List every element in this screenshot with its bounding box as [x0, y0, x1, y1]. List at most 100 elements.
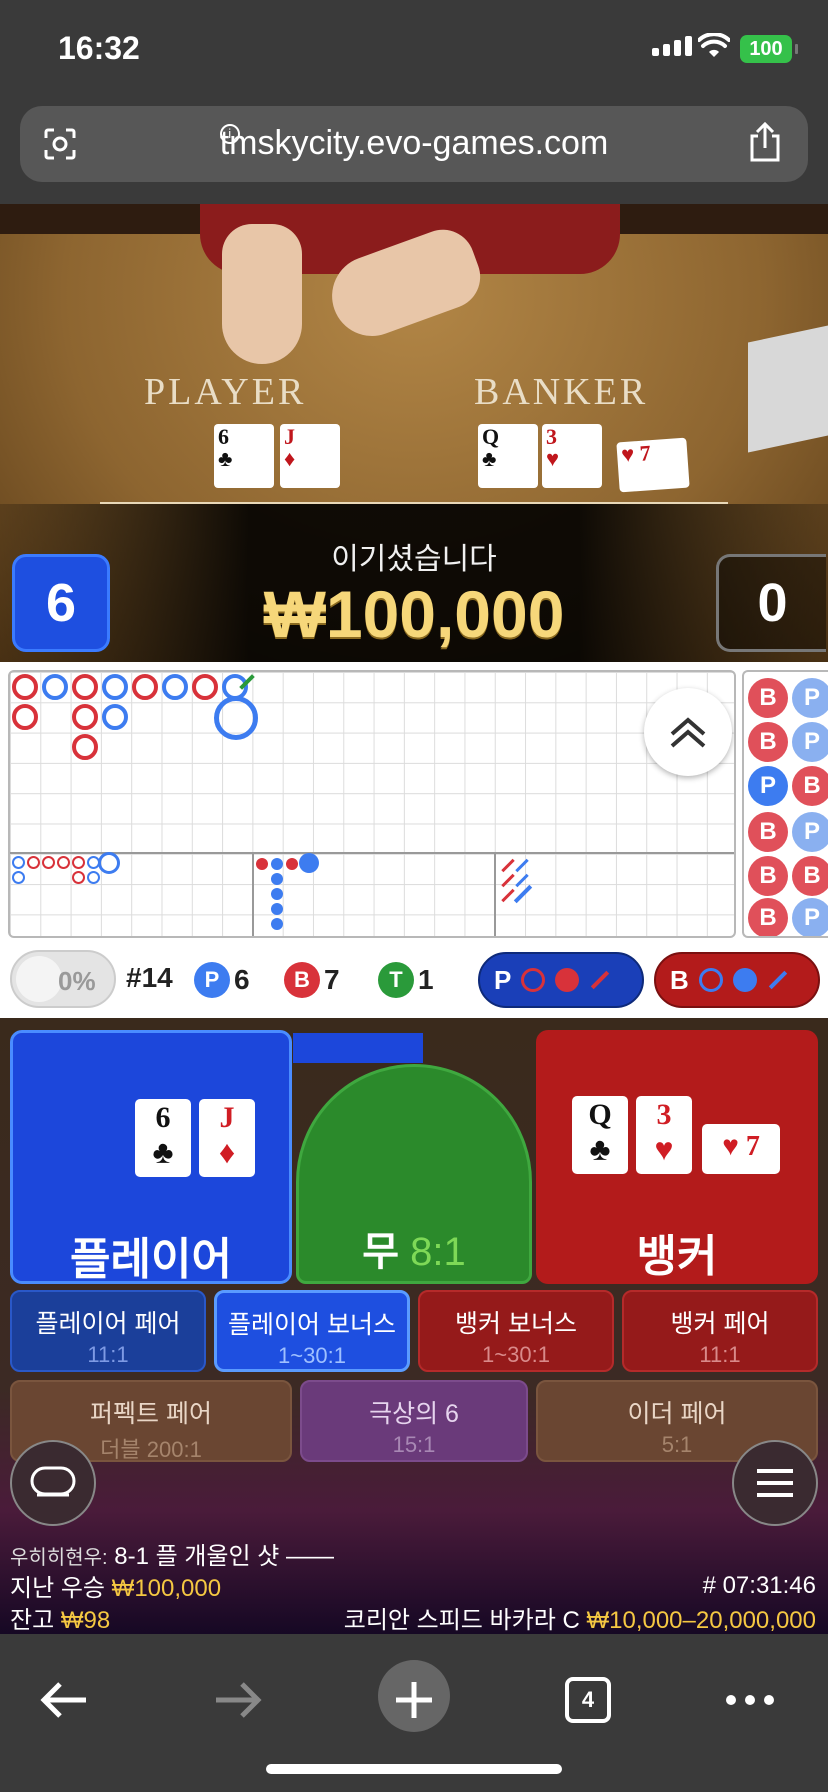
bead-player: P — [792, 678, 828, 718]
road-player-mark — [162, 674, 188, 700]
url-label: tmskycity.evo-games.com — [219, 124, 609, 162]
road-banker-mark — [72, 704, 98, 730]
url-text[interactable]: i tmskycity.evo-games.com — [20, 124, 808, 163]
predict-cockroach-icon — [591, 970, 610, 990]
arrow-left-icon — [40, 1682, 86, 1718]
small-road-dot — [271, 903, 283, 915]
player-table-label: PLAYER — [144, 371, 307, 413]
table-info: 코리안 스피드 바카라 C ₩10,000–20,000,000 — [343, 1607, 816, 1634]
share-icon[interactable] — [748, 122, 782, 162]
banker-bet-spot[interactable]: Q ♣ 3 ♥ ♥ 7 뱅커 — [536, 1030, 818, 1284]
bead-banker: B — [748, 898, 788, 936]
predict-cockroach-icon — [768, 970, 787, 990]
win-amount: ₩100,000 — [263, 577, 565, 651]
player-bet-card-1: 6 ♣ — [135, 1099, 191, 1177]
derived-road-mark — [87, 871, 100, 884]
predict-big-eye-icon — [698, 968, 723, 992]
big-road-grid[interactable] — [8, 670, 736, 938]
home-indicator — [266, 1764, 562, 1774]
bead-player: P — [792, 722, 828, 762]
browser-toolbar: i tmskycity.evo-games.com — [0, 100, 828, 204]
derived-road-mark — [72, 871, 85, 884]
tie-bet-label: 무 8:1 — [362, 1230, 466, 1274]
player-bet-card-2: J ♦ — [199, 1099, 255, 1177]
more-menu-button[interactable] — [710, 1656, 790, 1736]
predict-player-button[interactable]: P — [478, 952, 644, 1008]
roadmap-panel[interactable]: B P B P P B B P B B B P — [0, 662, 828, 944]
win-message: 이기셨습니다 — [331, 543, 497, 576]
predict-small-icon — [555, 968, 580, 992]
stats-toggle[interactable]: 0% — [10, 950, 116, 1008]
small-road-dot — [271, 918, 283, 930]
banker-card-2: 3 ♥ — [542, 424, 602, 488]
tabs-button[interactable]: 4 — [548, 1656, 628, 1736]
player-pair-bet[interactable]: 플레이어 페어 11:1 — [10, 1290, 206, 1372]
forward-button[interactable] — [198, 1656, 278, 1736]
back-button[interactable] — [24, 1656, 104, 1736]
banker-bet-card-2: 3 ♥ — [636, 1096, 692, 1174]
banker-chip-icon: B — [284, 962, 320, 998]
side-bet-name: 뱅커 보너스 — [455, 1310, 577, 1338]
round-number: #14 — [126, 962, 173, 993]
chat-user: 우히히현우: — [10, 1547, 108, 1569]
bead-player: P — [792, 898, 828, 936]
banker-bonus-bet[interactable]: 뱅커 보너스 1~30:1 — [418, 1290, 614, 1372]
address-bar[interactable]: i tmskycity.evo-games.com — [20, 106, 808, 182]
banker-pair-bet[interactable]: 뱅커 페어 11:1 — [622, 1290, 818, 1372]
side-bet-odds: 11:1 — [699, 1342, 741, 1367]
player-bet-spot[interactable]: 6 ♣ J ♦ 플레이어 — [10, 1030, 423, 1284]
bead-banker: B — [748, 856, 788, 896]
banker-card-1: Q ♣ — [478, 424, 538, 488]
side-bet-name: 플레이어 보너스 — [228, 1311, 396, 1339]
chat-button[interactable] — [10, 1440, 96, 1526]
collapse-roadmap-button[interactable] — [644, 688, 732, 776]
round-id: # 07:31:46 — [702, 1572, 816, 1599]
small-road-dot — [271, 873, 283, 885]
side-bet-odds: 1~30:1 — [482, 1342, 550, 1367]
small-road-next-dot — [299, 853, 319, 873]
road-banker-mark — [12, 704, 38, 730]
site-info-icon[interactable]: i — [219, 124, 240, 144]
derived-road-mark — [57, 856, 70, 869]
card-shoe — [748, 325, 828, 453]
road-divider — [494, 852, 496, 936]
cockroach-mark — [515, 873, 529, 888]
bead-player: P — [748, 766, 788, 806]
betting-area: 6 ♣ J ♦ 플레이어 Q ♣ 3 ♥ ♥ 7 뱅커 무 8:1 플레이어 페어 11… — [0, 1018, 828, 1634]
side-bet-name: 극상의 6 — [369, 1400, 459, 1428]
side-bet-name: 뱅커 페어 — [670, 1310, 770, 1338]
wifi-icon — [698, 33, 730, 57]
battery-icon: 100 — [740, 35, 798, 63]
hamburger-icon — [757, 1468, 793, 1497]
predict-big-eye-icon — [521, 968, 546, 992]
derived-road-mark — [27, 856, 40, 869]
tie-bet-spot[interactable]: 무 8:1 — [296, 1064, 532, 1284]
side-bet-name: 이더 페어 — [627, 1400, 727, 1428]
bead-road[interactable]: B P B P P B B P B B B P — [742, 670, 828, 938]
road-banker-mark — [72, 674, 98, 700]
bead-player: P — [792, 812, 828, 852]
cockroach-mark — [515, 858, 529, 873]
bead-banker: B — [748, 678, 788, 718]
side-bet-odds: 1~30:1 — [278, 1343, 346, 1368]
new-tab-button[interactable] — [378, 1660, 450, 1732]
menu-button[interactable] — [732, 1440, 818, 1526]
road-player-mark — [42, 674, 68, 700]
tab-count-icon: 4 — [565, 1676, 611, 1723]
banker-table-label: BANKER — [474, 371, 649, 413]
predict-small-icon — [732, 968, 757, 992]
bead-banker: B — [792, 856, 828, 896]
player-bet-label: 플레이어 — [70, 1235, 232, 1284]
super-six-bet[interactable]: 극상의 6 15:1 — [300, 1380, 528, 1462]
status-bar: 16:32 100 — [0, 0, 828, 100]
player-bonus-bet[interactable]: 플레이어 보너스 1~30:1 — [214, 1290, 410, 1372]
derived-road-mark — [42, 856, 55, 869]
small-road-dot — [271, 858, 283, 870]
banker-count: B7 — [284, 962, 340, 998]
stats-bar: 0% #14 P6 B7 T1 P B — [0, 944, 828, 1018]
road-divider — [252, 852, 254, 936]
banker-bet-label: 뱅커 — [636, 1232, 718, 1281]
side-bet-name: 퍼펙트 페어 — [90, 1400, 212, 1428]
arrow-right-icon — [216, 1682, 262, 1718]
predict-banker-button[interactable]: B — [654, 952, 820, 1008]
